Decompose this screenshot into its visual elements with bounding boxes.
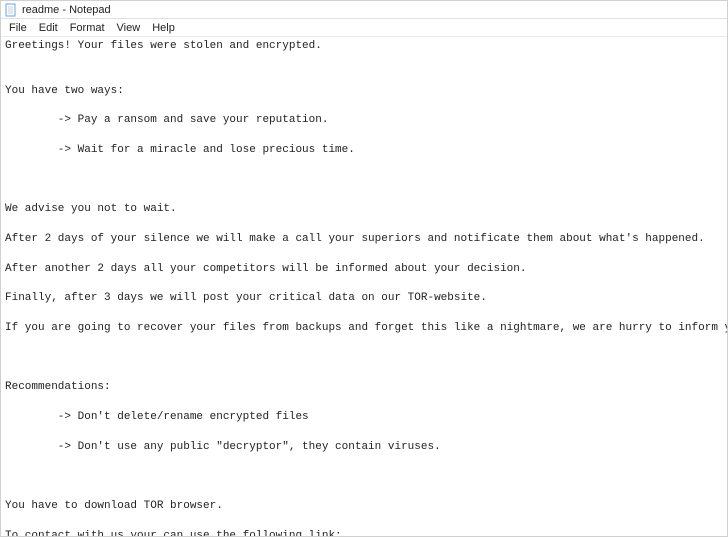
- editor-line: If you are going to recover your files f…: [5, 322, 727, 334]
- editor-line: -> Wait for a miracle and lose precious …: [5, 144, 355, 156]
- menubar: File Edit Format View Help: [1, 19, 727, 37]
- window-title: readme - Notepad: [22, 4, 111, 16]
- menu-format[interactable]: Format: [64, 22, 111, 34]
- editor-line: After another 2 days all your competitor…: [5, 263, 527, 275]
- menu-view[interactable]: View: [111, 22, 147, 34]
- menu-help[interactable]: Help: [146, 22, 181, 34]
- editor-line: To contact with us your can use the foll…: [5, 530, 342, 536]
- editor-line: We advise you not to wait.: [5, 203, 177, 215]
- text-editor[interactable]: Greetings! Your files were stolen and en…: [1, 37, 727, 536]
- menu-file[interactable]: File: [3, 22, 33, 34]
- editor-line: -> Don't use any public "decryptor", the…: [5, 441, 441, 453]
- editor-line: -> Don't delete/rename encrypted files: [5, 411, 309, 423]
- notepad-icon: [4, 3, 18, 17]
- editor-line: You have to download TOR browser.: [5, 500, 223, 512]
- titlebar: readme - Notepad: [1, 1, 727, 19]
- editor-line: Recommendations:: [5, 381, 111, 393]
- editor-line: Greetings! Your files were stolen and en…: [5, 40, 322, 52]
- editor-line: After 2 days of your silence we will mak…: [5, 233, 705, 245]
- editor-line: You have two ways:: [5, 85, 124, 97]
- editor-line: -> Pay a ransom and save your reputation…: [5, 114, 328, 126]
- menu-edit[interactable]: Edit: [33, 22, 64, 34]
- editor-line: Finally, after 3 days we will post your …: [5, 292, 487, 304]
